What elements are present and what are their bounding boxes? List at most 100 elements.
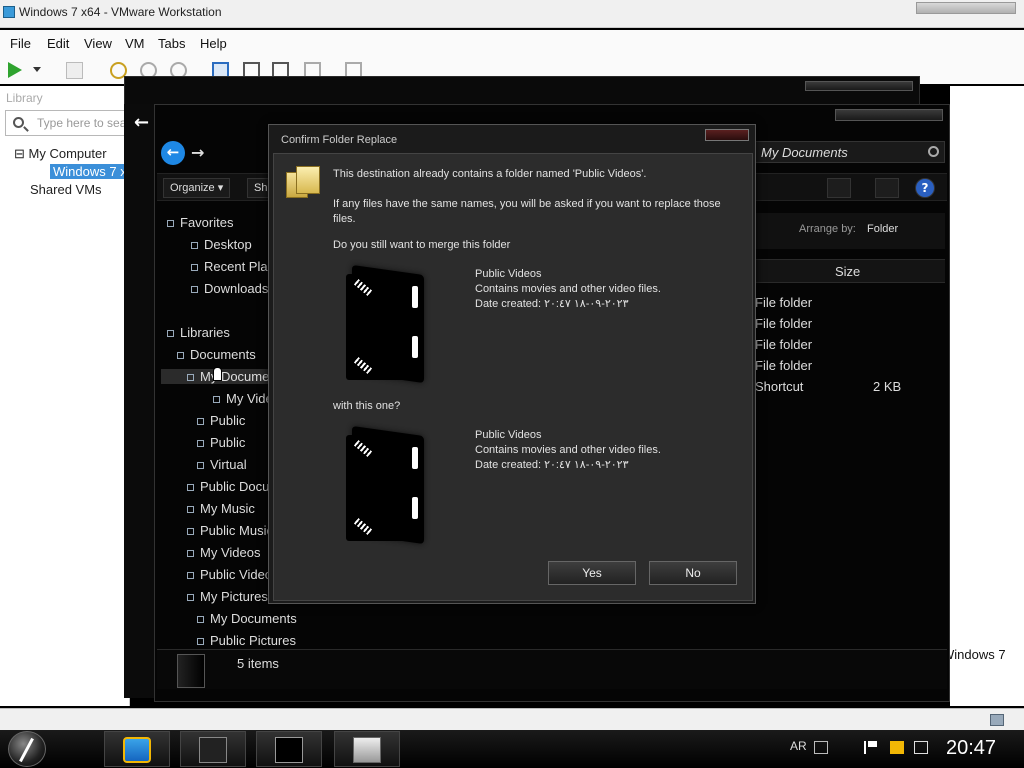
arrange-dropdown[interactable]: Folder bbox=[867, 223, 898, 235]
nav-my-documents-2[interactable]: My Documents bbox=[197, 611, 297, 626]
taskbar-documents-button[interactable] bbox=[334, 731, 400, 767]
nav-public-pictures[interactable]: Public Pictures bbox=[197, 633, 296, 647]
confirm-folder-replace-dialog: Confirm Folder Replace This destination … bbox=[268, 124, 756, 604]
folder-icon bbox=[187, 550, 194, 558]
tree-my-computer[interactable]: ⊟ My Computer bbox=[14, 146, 107, 162]
nav-public-2[interactable]: Public bbox=[197, 435, 245, 450]
folder-icon bbox=[187, 528, 194, 536]
window-title: Windows 7 x64 - VMware Workstation bbox=[19, 5, 222, 19]
network-icon[interactable] bbox=[890, 741, 904, 754]
nav-virtual[interactable]: Virtual bbox=[197, 457, 247, 472]
flag-icon[interactable] bbox=[864, 741, 878, 754]
clock[interactable]: 20:47 bbox=[946, 737, 996, 760]
back-button[interactable]: ← bbox=[161, 141, 185, 165]
message-replace: If any files have the same names, you wi… bbox=[333, 198, 721, 225]
folder-icon bbox=[275, 737, 303, 763]
language-indicator[interactable]: AR bbox=[790, 739, 807, 753]
search-icon[interactable] bbox=[928, 146, 939, 157]
volume-muted-icon[interactable] bbox=[914, 741, 928, 754]
menu-file[interactable]: File bbox=[10, 36, 31, 51]
menu-edit[interactable]: Edit bbox=[47, 36, 69, 51]
preview-pane-icon[interactable] bbox=[875, 178, 899, 198]
menu-vm[interactable]: VM bbox=[125, 36, 145, 51]
taskbar-folder-button[interactable] bbox=[256, 731, 322, 767]
nav-my-videos-2[interactable]: My Videos bbox=[187, 545, 260, 560]
send-ctrl-alt-del-icon[interactable] bbox=[66, 62, 83, 79]
folder-icon bbox=[213, 396, 220, 404]
library-label: Library bbox=[6, 91, 43, 105]
message-destination: This destination already contains a fold… bbox=[333, 168, 647, 180]
nav-favorites[interactable]: Favorites bbox=[167, 215, 233, 230]
folder2-date: Date created: ٢٠٢٣-٠٩-١٨ ٢٠:٤٧ bbox=[475, 459, 629, 471]
file-row-type[interactable]: File folder bbox=[755, 295, 812, 310]
source-folder-icon[interactable] bbox=[342, 264, 442, 386]
nav-public-music[interactable]: Public Music bbox=[187, 523, 273, 538]
nav-my-music[interactable]: My Music bbox=[187, 501, 255, 516]
change-view-icon[interactable] bbox=[827, 178, 851, 198]
folder2-name: Public Videos bbox=[475, 429, 542, 441]
taskbar-explorer-button[interactable] bbox=[104, 731, 170, 767]
close-button[interactable] bbox=[705, 129, 749, 141]
folder-icon bbox=[197, 440, 204, 448]
file-row-type[interactable]: File folder bbox=[755, 316, 812, 331]
folder1-date: Date created: ٢٠٢٣-٠٩-١٨ ٢٠:٤٧ bbox=[475, 298, 629, 310]
folder-icon bbox=[197, 616, 204, 624]
organize-button[interactable]: Organize ▾ bbox=[163, 178, 231, 198]
file-row-type[interactable]: File folder bbox=[755, 358, 812, 373]
nav-public-videos[interactable]: Public Videos bbox=[187, 567, 279, 582]
arrange-bar: Arrange by: Folder bbox=[755, 213, 945, 249]
nav-libraries[interactable]: Libraries bbox=[167, 325, 230, 340]
device-status-icon[interactable] bbox=[990, 714, 1004, 726]
dialog-body: This destination already contains a fold… bbox=[273, 153, 753, 601]
taskbar-app-button[interactable] bbox=[180, 731, 246, 767]
nav-my-pictures[interactable]: My Pictures bbox=[187, 589, 268, 604]
column-size-header[interactable]: Size bbox=[835, 264, 860, 279]
background-window-controls[interactable] bbox=[805, 81, 913, 91]
folder-icon bbox=[187, 572, 194, 580]
folder-tab bbox=[412, 447, 418, 469]
library-search-input[interactable]: Type here to search bbox=[5, 110, 143, 136]
media-icon bbox=[199, 737, 227, 763]
nav-downloads[interactable]: Downloads bbox=[191, 281, 268, 296]
vm-tab-label: Windows 7 bbox=[942, 647, 1006, 662]
forward-button[interactable]: → bbox=[191, 143, 204, 162]
taskbar: AR 20:47 bbox=[0, 730, 1024, 768]
tree-shared-vms[interactable]: Shared VMs bbox=[30, 182, 102, 197]
explorer-window-controls[interactable] bbox=[835, 109, 943, 121]
power-on-icon[interactable] bbox=[8, 62, 22, 78]
vmware-right-pane bbox=[950, 86, 1024, 706]
menu-help[interactable]: Help bbox=[200, 36, 227, 51]
nav-public-music-label: Public Music bbox=[200, 523, 273, 538]
help-icon[interactable]: ? bbox=[915, 178, 935, 198]
nav-libraries-label: Libraries bbox=[180, 325, 230, 340]
folder-warning-icon bbox=[286, 166, 322, 202]
window-controls[interactable] bbox=[916, 2, 1016, 14]
nav-desktop[interactable]: Desktop bbox=[191, 237, 252, 252]
menu-tabs[interactable]: Tabs bbox=[158, 36, 185, 51]
power-dropdown-icon[interactable] bbox=[33, 67, 41, 72]
yes-button[interactable]: Yes bbox=[548, 561, 636, 585]
no-button[interactable]: No bbox=[649, 561, 737, 585]
nav-documents[interactable]: Documents bbox=[177, 347, 256, 362]
address-bar[interactable]: My Documents bbox=[755, 141, 945, 163]
nav-public-1-label: Public bbox=[210, 413, 246, 428]
nav-public-1[interactable]: Public bbox=[197, 413, 245, 428]
folder-icon bbox=[187, 484, 194, 492]
back-arrow-icon[interactable]: ← bbox=[134, 112, 149, 133]
column-header: Size bbox=[755, 259, 945, 283]
libraries-icon bbox=[167, 330, 174, 338]
with-this-text: with this one? bbox=[333, 400, 401, 412]
keyboard-icon[interactable] bbox=[814, 741, 828, 754]
nav-downloads-label: Downloads bbox=[204, 281, 269, 296]
file-row-type[interactable]: Shortcut bbox=[755, 379, 803, 394]
recent-icon bbox=[191, 264, 198, 272]
destination-folder-icon[interactable] bbox=[342, 425, 442, 547]
start-button[interactable] bbox=[8, 731, 46, 767]
nav-public-videos-label: Public Videos bbox=[200, 567, 279, 582]
folder-icon bbox=[187, 374, 194, 382]
desktop-icon bbox=[191, 242, 198, 250]
file-row-size: 2 KB bbox=[873, 379, 902, 394]
folder2-desc: Contains movies and other video files. bbox=[475, 444, 661, 456]
menu-view[interactable]: View bbox=[84, 36, 112, 51]
file-row-type[interactable]: File folder bbox=[755, 337, 812, 352]
